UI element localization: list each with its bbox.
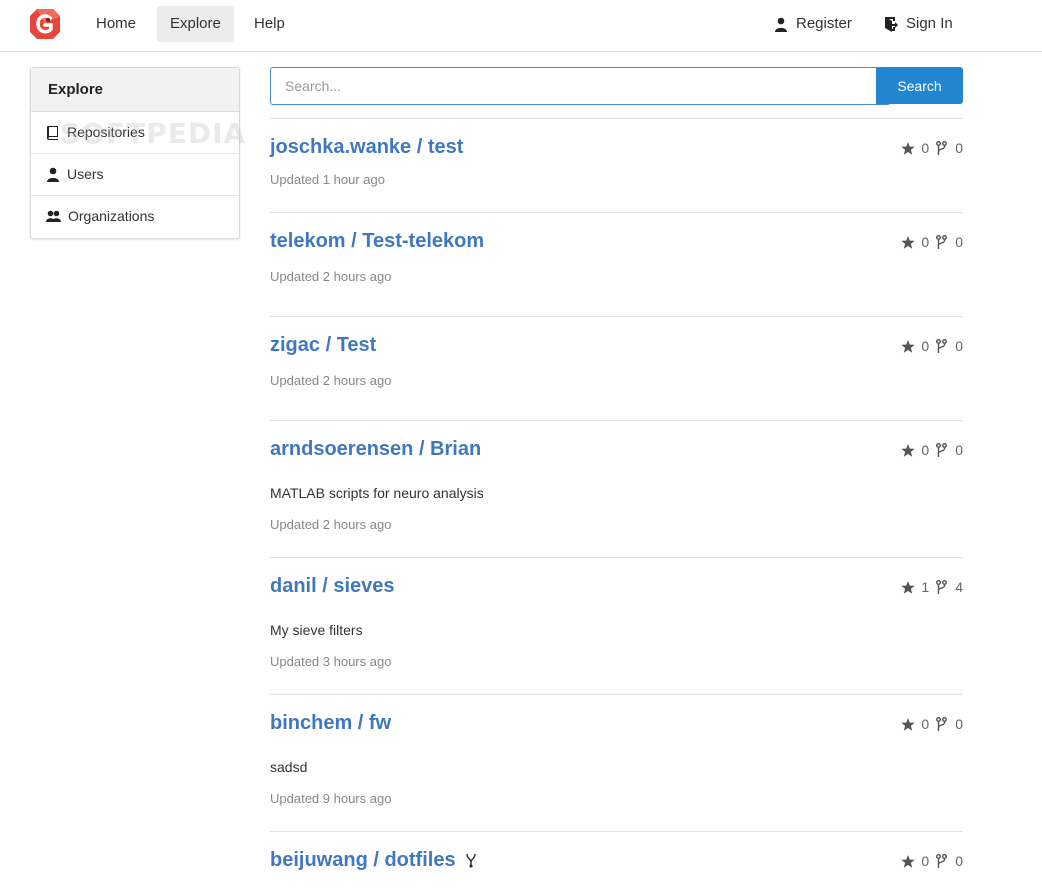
list-item: joschka.wanke / test Updated 1 hour ago … bbox=[270, 118, 963, 212]
fork-icon bbox=[936, 579, 948, 594]
star-icon bbox=[901, 235, 916, 249]
list-item: telekom / Test-telekom Updated 2 hours a… bbox=[270, 212, 963, 316]
star-icon bbox=[901, 141, 916, 155]
star-icon bbox=[901, 717, 916, 731]
nav-help[interactable]: Help bbox=[241, 6, 298, 42]
repo-link[interactable]: joschka.wanke / test bbox=[270, 136, 463, 159]
repo-stats: 0 0 bbox=[901, 338, 963, 354]
list-item: danil / sieves My sieve filters Updated … bbox=[270, 557, 963, 694]
repo-updated-time: Updated 2 hours ago bbox=[270, 517, 392, 532]
sidebar-item-label: Organizations bbox=[68, 208, 155, 224]
repo-updated-time: Updated 2 hours ago bbox=[270, 373, 392, 388]
repo-stats: 0 0 bbox=[901, 140, 963, 156]
sign-in-icon bbox=[885, 17, 898, 32]
repository-list: joschka.wanke / test Updated 1 hour ago … bbox=[270, 118, 963, 892]
fork-count: 4 bbox=[955, 579, 963, 595]
star-icon bbox=[901, 443, 916, 457]
register-label: Register bbox=[796, 15, 852, 32]
repo-description: MATLAB scripts for neuro analysis bbox=[270, 485, 484, 501]
top-navbar: Home Explore Help Register Sign In bbox=[0, 0, 1042, 52]
sidebar-item-repositories[interactable]: Repositories bbox=[31, 112, 239, 154]
person-icon bbox=[775, 17, 787, 32]
repo-name-text: beijuwang / dotfiles bbox=[270, 849, 456, 871]
star-count: 1 bbox=[921, 579, 930, 595]
fork-icon bbox=[936, 716, 948, 731]
sidebar-item-organizations[interactable]: Organizations bbox=[31, 196, 239, 237]
fork-icon bbox=[936, 442, 948, 457]
sidebar-item-users[interactable]: Users bbox=[31, 154, 239, 196]
repo-description: My sieve filters bbox=[270, 622, 363, 638]
fork-count: 0 bbox=[955, 853, 963, 869]
repo-stats: 0 0 bbox=[901, 716, 963, 732]
nav-register[interactable]: Register bbox=[774, 6, 852, 42]
fork-count: 0 bbox=[955, 140, 963, 156]
organization-icon bbox=[46, 210, 61, 222]
star-icon bbox=[901, 854, 916, 868]
repo-stats: 0 0 bbox=[901, 234, 963, 250]
sidebar-item-label: Repositories bbox=[67, 124, 145, 140]
sidebar-title: Explore bbox=[31, 68, 239, 112]
nav-signin[interactable]: Sign In bbox=[884, 6, 953, 42]
repo-stats: 0 0 bbox=[901, 442, 963, 458]
repo-link[interactable]: zigac / Test bbox=[270, 334, 376, 357]
repo-description: sadsd bbox=[270, 759, 308, 775]
repo-link[interactable]: beijuwang / dotfiles bbox=[270, 849, 477, 872]
nav-home[interactable]: Home bbox=[83, 6, 149, 42]
signin-label: Sign In bbox=[906, 15, 953, 32]
repo-updated-time: Updated 1 hour ago bbox=[270, 172, 385, 187]
star-count: 0 bbox=[921, 442, 930, 458]
repo-stats: 1 4 bbox=[901, 579, 963, 595]
nav-explore[interactable]: Explore bbox=[157, 6, 234, 42]
repo-stats: 0 0 bbox=[901, 853, 963, 869]
list-item: beijuwang / dotfiles 0 0 bbox=[270, 831, 963, 892]
star-count: 0 bbox=[921, 853, 930, 869]
list-item: binchem / fw sadsd Updated 9 hours ago 0… bbox=[270, 694, 963, 831]
star-icon bbox=[901, 580, 916, 594]
list-item: arndsoerensen / Brian MATLAB scripts for… bbox=[270, 420, 963, 557]
repo-updated-time: Updated 3 hours ago bbox=[270, 654, 392, 669]
star-icon bbox=[901, 339, 916, 353]
repo-updated-time: Updated 2 hours ago bbox=[270, 269, 392, 284]
star-count: 0 bbox=[921, 234, 930, 250]
gogs-logo-icon[interactable] bbox=[28, 7, 62, 41]
fork-count: 0 bbox=[955, 716, 963, 732]
sidebar-item-label: Users bbox=[67, 166, 104, 182]
fork-icon bbox=[936, 338, 948, 353]
star-count: 0 bbox=[921, 716, 930, 732]
fork-count: 0 bbox=[955, 338, 963, 354]
repo-updated-time: Updated 9 hours ago bbox=[270, 791, 392, 806]
repo-link[interactable]: binchem / fw bbox=[270, 712, 391, 735]
list-item: zigac / Test Updated 2 hours ago 0 0 bbox=[270, 316, 963, 420]
repo-link[interactable]: arndsoerensen / Brian bbox=[270, 438, 481, 461]
fork-icon bbox=[936, 140, 948, 155]
repo-link[interactable]: danil / sieves bbox=[270, 575, 395, 598]
repo-link[interactable]: telekom / Test-telekom bbox=[270, 230, 484, 253]
fork-count: 0 bbox=[955, 442, 963, 458]
star-count: 0 bbox=[921, 140, 930, 156]
fork-icon bbox=[936, 853, 948, 868]
search-button[interactable]: Search bbox=[876, 67, 963, 104]
fork-icon bbox=[936, 234, 948, 249]
explore-sidebar: Explore Repositories Users Organizations bbox=[30, 67, 240, 239]
person-icon bbox=[47, 167, 59, 182]
star-count: 0 bbox=[921, 338, 930, 354]
search-input[interactable] bbox=[270, 67, 889, 105]
mirror-icon bbox=[466, 854, 476, 868]
fork-count: 0 bbox=[955, 234, 963, 250]
book-icon bbox=[47, 126, 58, 140]
